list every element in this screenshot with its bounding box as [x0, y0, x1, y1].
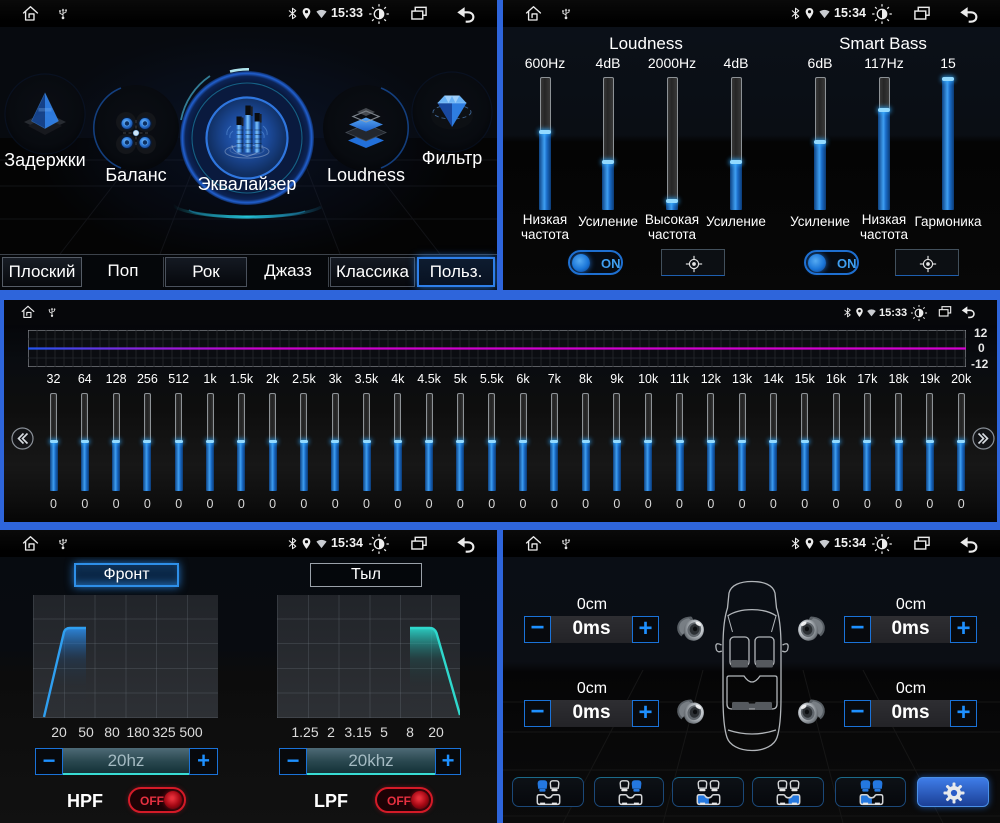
- svg-text:Фильтр: Фильтр: [422, 148, 482, 168]
- svg-text:Задержки: Задержки: [4, 150, 85, 170]
- svg-text:Баланс: Баланс: [105, 165, 166, 185]
- svg-text:Loudness: Loudness: [327, 165, 405, 185]
- svg-text:Эквалайзер: Эквалайзер: [198, 174, 297, 194]
